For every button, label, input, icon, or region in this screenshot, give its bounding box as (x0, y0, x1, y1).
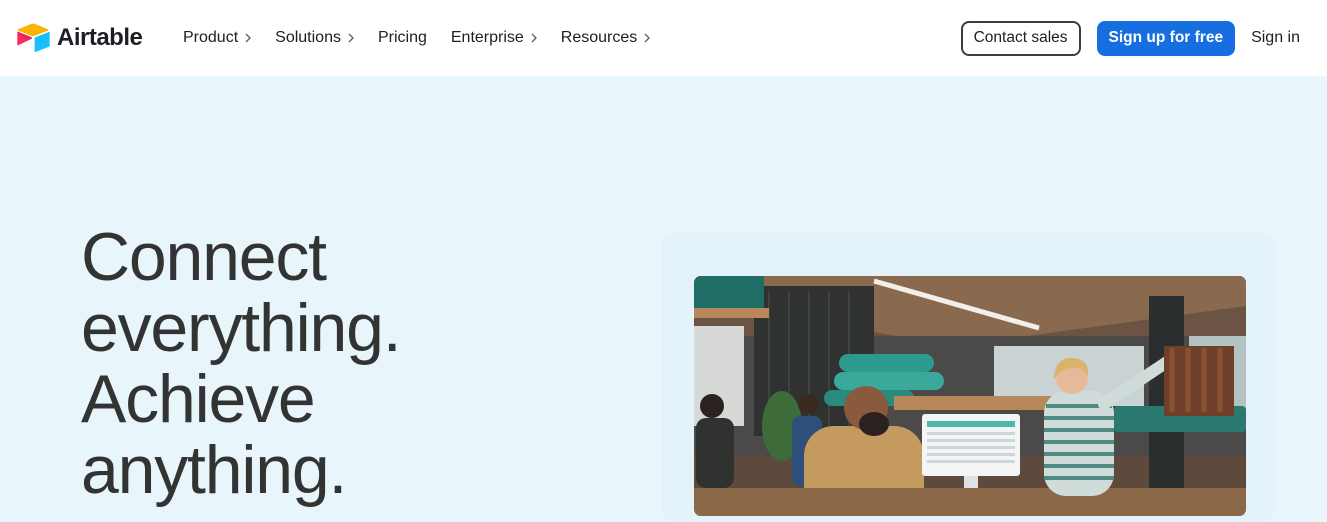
nav-item-enterprise[interactable]: Enterprise (451, 29, 537, 47)
nav-item-label: Pricing (377, 29, 427, 46)
headline-line: Achieve (81, 361, 316, 437)
airtable-logo[interactable]: Airtable (16, 22, 143, 54)
chevron-right-icon (348, 33, 354, 43)
sign-up-button[interactable]: Sign up for free (1096, 20, 1236, 56)
chevron-right-icon (644, 33, 651, 43)
nav-item-pricing[interactable]: Pricing (378, 29, 427, 47)
airtable-logo-icon (17, 23, 50, 53)
nav-item-product[interactable]: Product (183, 29, 252, 47)
brand-name: Airtable (57, 24, 143, 51)
primary-nav: Product Solutions Pricing Enterprise Res… (183, 25, 651, 51)
nav-item-resources[interactable]: Resources (560, 29, 651, 47)
headline-line: everything. (81, 290, 402, 366)
top-navigation: Airtable Product Solutions Pricing Enter… (0, 0, 1327, 76)
hero-image (694, 276, 1246, 516)
headline-line: anything. (81, 432, 347, 508)
headline-line: Connect (81, 219, 327, 295)
nav-item-label: Product (183, 29, 239, 46)
nav-item-label: Enterprise (450, 29, 524, 46)
contact-sales-button[interactable]: Contact sales (960, 20, 1081, 56)
nav-item-label: Solutions (275, 29, 341, 46)
sign-in-link[interactable]: Sign in (1251, 29, 1300, 47)
nav-item-solutions[interactable]: Solutions (275, 29, 354, 47)
chevron-right-icon (245, 33, 252, 43)
nav-actions: Contact sales Sign up for free Sign in (960, 20, 1300, 56)
nav-item-label: Resources (560, 29, 638, 46)
chevron-right-icon (531, 33, 537, 43)
hero-headline: Connect everything. Achieve anything. (81, 222, 601, 506)
office-team-photo (694, 276, 1246, 516)
